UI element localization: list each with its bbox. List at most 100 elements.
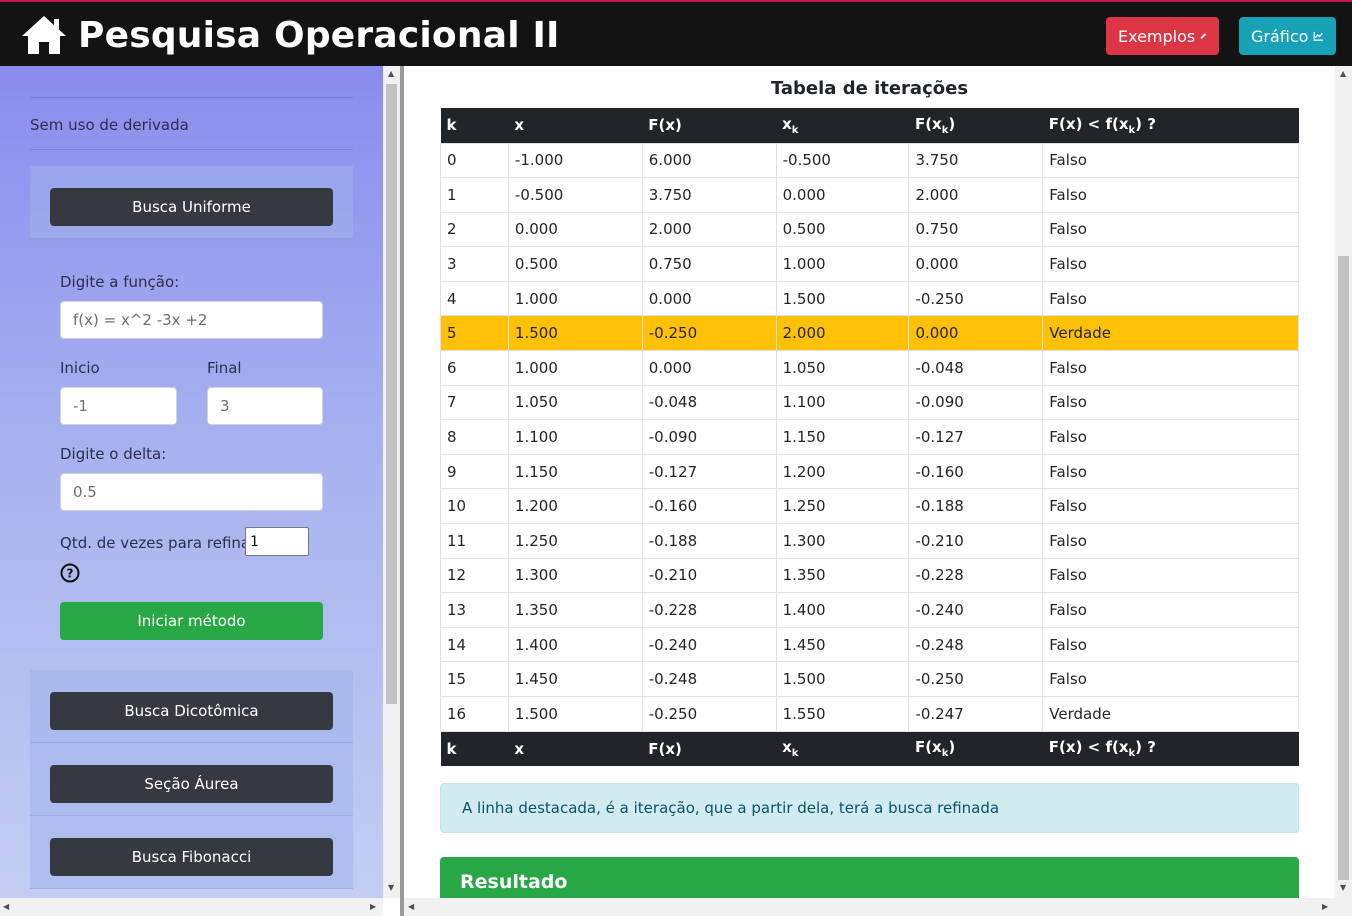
cell-fx: 6.000 [641,142,777,179]
cell-fxk: -0.127 [908,419,1044,455]
cell-x: 1.100 [507,419,643,455]
cell-xk: 1.550 [775,696,910,732]
cell-fx: -0.210 [641,557,777,594]
table-row: 14 1.400 -0.240 1.450 -0.248 Falso [440,626,1299,663]
main-scrollbar[interactable]: ▲ ▼ [1335,66,1352,898]
busca-uniforme-button[interactable]: Busca Uniforme [50,188,333,226]
cell-comparison: Falso [1042,384,1299,421]
cell-k: 13 [440,592,509,628]
method-block-uniforme: Busca Uniforme [30,166,353,239]
cell-xk: 1.000 [775,246,910,282]
busca-fibonacci-button[interactable]: Busca Fibonacci [50,838,333,876]
sidebar-scrollbar[interactable]: ▲ ▼ [383,66,400,898]
brand[interactable]: Pesquisa Operacional II [20,10,560,60]
footer-xk: xk [776,731,909,767]
cell-fxk: -0.160 [908,453,1044,490]
main-content: Tabela de iterações k x F(x) xk F(xk) F(… [404,66,1335,898]
line-chart-icon [1314,31,1324,41]
busca-dicotomica-button[interactable]: Busca Dicotômica [50,692,333,730]
cell-k: 10 [440,488,509,525]
cell-fxk: -0.248 [908,626,1044,663]
header-k: k [440,108,509,143]
table-row: 3 0.500 0.750 1.000 0.000 Falso [440,246,1299,282]
delta-input[interactable] [60,473,323,511]
svg-text:?: ? [67,567,74,581]
cell-xk: 1.100 [775,384,910,421]
main-hscrollbar[interactable]: ◀ ▶ [404,898,1352,916]
table-row: 13 1.350 -0.228 1.400 -0.240 Falso [440,592,1299,628]
cell-fxk: 0.750 [908,211,1044,248]
table-row: 6 1.000 0.000 1.050 -0.048 Falso [440,350,1299,386]
scroll-left-arrow-icon[interactable]: ◀ [408,903,414,911]
scroll-up-arrow-icon[interactable]: ▲ [388,70,394,78]
cell-fx: -0.250 [641,315,777,352]
result-card-header: Resultado [440,857,1299,898]
cell-fx: -0.240 [641,626,777,663]
cell-comparison: Falso [1042,626,1299,663]
table-row: 8 1.100 -0.090 1.150 -0.127 Falso [440,419,1299,455]
cell-x: 1.450 [507,661,643,697]
home-icon [22,16,66,54]
cell-fxk: -0.240 [908,592,1044,628]
examples-button[interactable]: Exemplos [1106,17,1219,55]
main-scrollbar-thumb[interactable] [1338,256,1349,880]
start-method-button[interactable]: Iniciar método [60,602,323,640]
cell-fxk: -0.048 [908,350,1044,386]
cell-comparison: Verdade [1042,696,1299,732]
table-row: 16 1.500 -0.250 1.550 -0.247 Verdade [440,696,1299,732]
cell-k: 8 [440,419,509,455]
cell-k: 1 [440,177,509,213]
table-row: 5 1.500 -0.250 2.000 0.000 Verdade [440,315,1299,352]
footer-x: x [508,731,643,767]
table-header-row: k x F(x) xk F(xk) F(x) < f(xk) ? [440,108,1299,143]
cell-k: 6 [440,350,509,386]
method-block-fibonacci: Busca Fibonacci [30,816,353,889]
scroll-down-arrow-icon[interactable]: ▼ [1340,884,1346,892]
cell-x: 1.200 [507,488,643,525]
cell-comparison: Verdade [1042,315,1299,352]
cell-x: 1.500 [507,696,643,732]
cell-fx: -0.188 [641,523,777,559]
cell-x: 1.000 [507,350,643,386]
sidebar-hscrollbar[interactable]: ◀ ▶ [0,898,383,916]
scroll-down-arrow-icon[interactable]: ▼ [388,884,394,892]
header-comparison: F(x) < f(xk) ? [1042,108,1299,143]
cell-xk: 0.000 [775,177,910,213]
cell-comparison: Falso [1042,211,1299,248]
refine-input[interactable] [245,527,309,556]
cell-xk: 1.450 [775,626,910,663]
cell-x: 1.350 [507,592,643,628]
sidebar-scrollbar-thumb[interactable] [386,84,397,704]
cell-xk: -0.500 [775,142,910,179]
end-input[interactable] [207,387,323,425]
chart-button-label: Gráfico [1251,26,1309,46]
refine-label: Qtd. de vezes para refinar [60,534,257,552]
function-input[interactable] [60,301,323,339]
chart-button[interactable]: Gráfico [1239,17,1336,55]
cell-fx: -0.250 [641,696,777,732]
secao-aurea-button[interactable]: Seção Áurea [50,765,333,803]
cell-k: 3 [440,246,509,282]
cell-k: 16 [440,696,509,732]
examples-button-label: Exemplos [1118,26,1196,46]
cell-comparison: Falso [1042,453,1299,490]
cell-x: 1.400 [507,626,643,663]
scroll-right-arrow-icon[interactable]: ▶ [1322,903,1328,911]
scroll-right-arrow-icon[interactable]: ▶ [370,903,376,911]
scroll-up-arrow-icon[interactable]: ▲ [1340,70,1346,78]
cell-fx: 0.000 [641,350,777,386]
header-fx: F(x) [642,108,777,143]
cell-fx: -0.090 [641,419,777,455]
cell-xk: 0.500 [775,211,910,248]
cell-xk: 1.250 [775,488,910,525]
question-circle-icon[interactable]: ? [60,563,80,583]
cell-fxk: -0.228 [908,557,1044,594]
scroll-left-arrow-icon[interactable]: ◀ [3,903,9,911]
table-title: Tabela de iterações [770,78,969,99]
table-row: 11 1.250 -0.188 1.300 -0.210 Falso [440,523,1299,559]
cell-comparison: Falso [1042,523,1299,559]
cell-k: 0 [440,142,509,179]
start-input[interactable] [60,387,177,425]
cell-x: 0.000 [507,211,643,248]
method-block-aurea: Seção Áurea [30,743,353,816]
